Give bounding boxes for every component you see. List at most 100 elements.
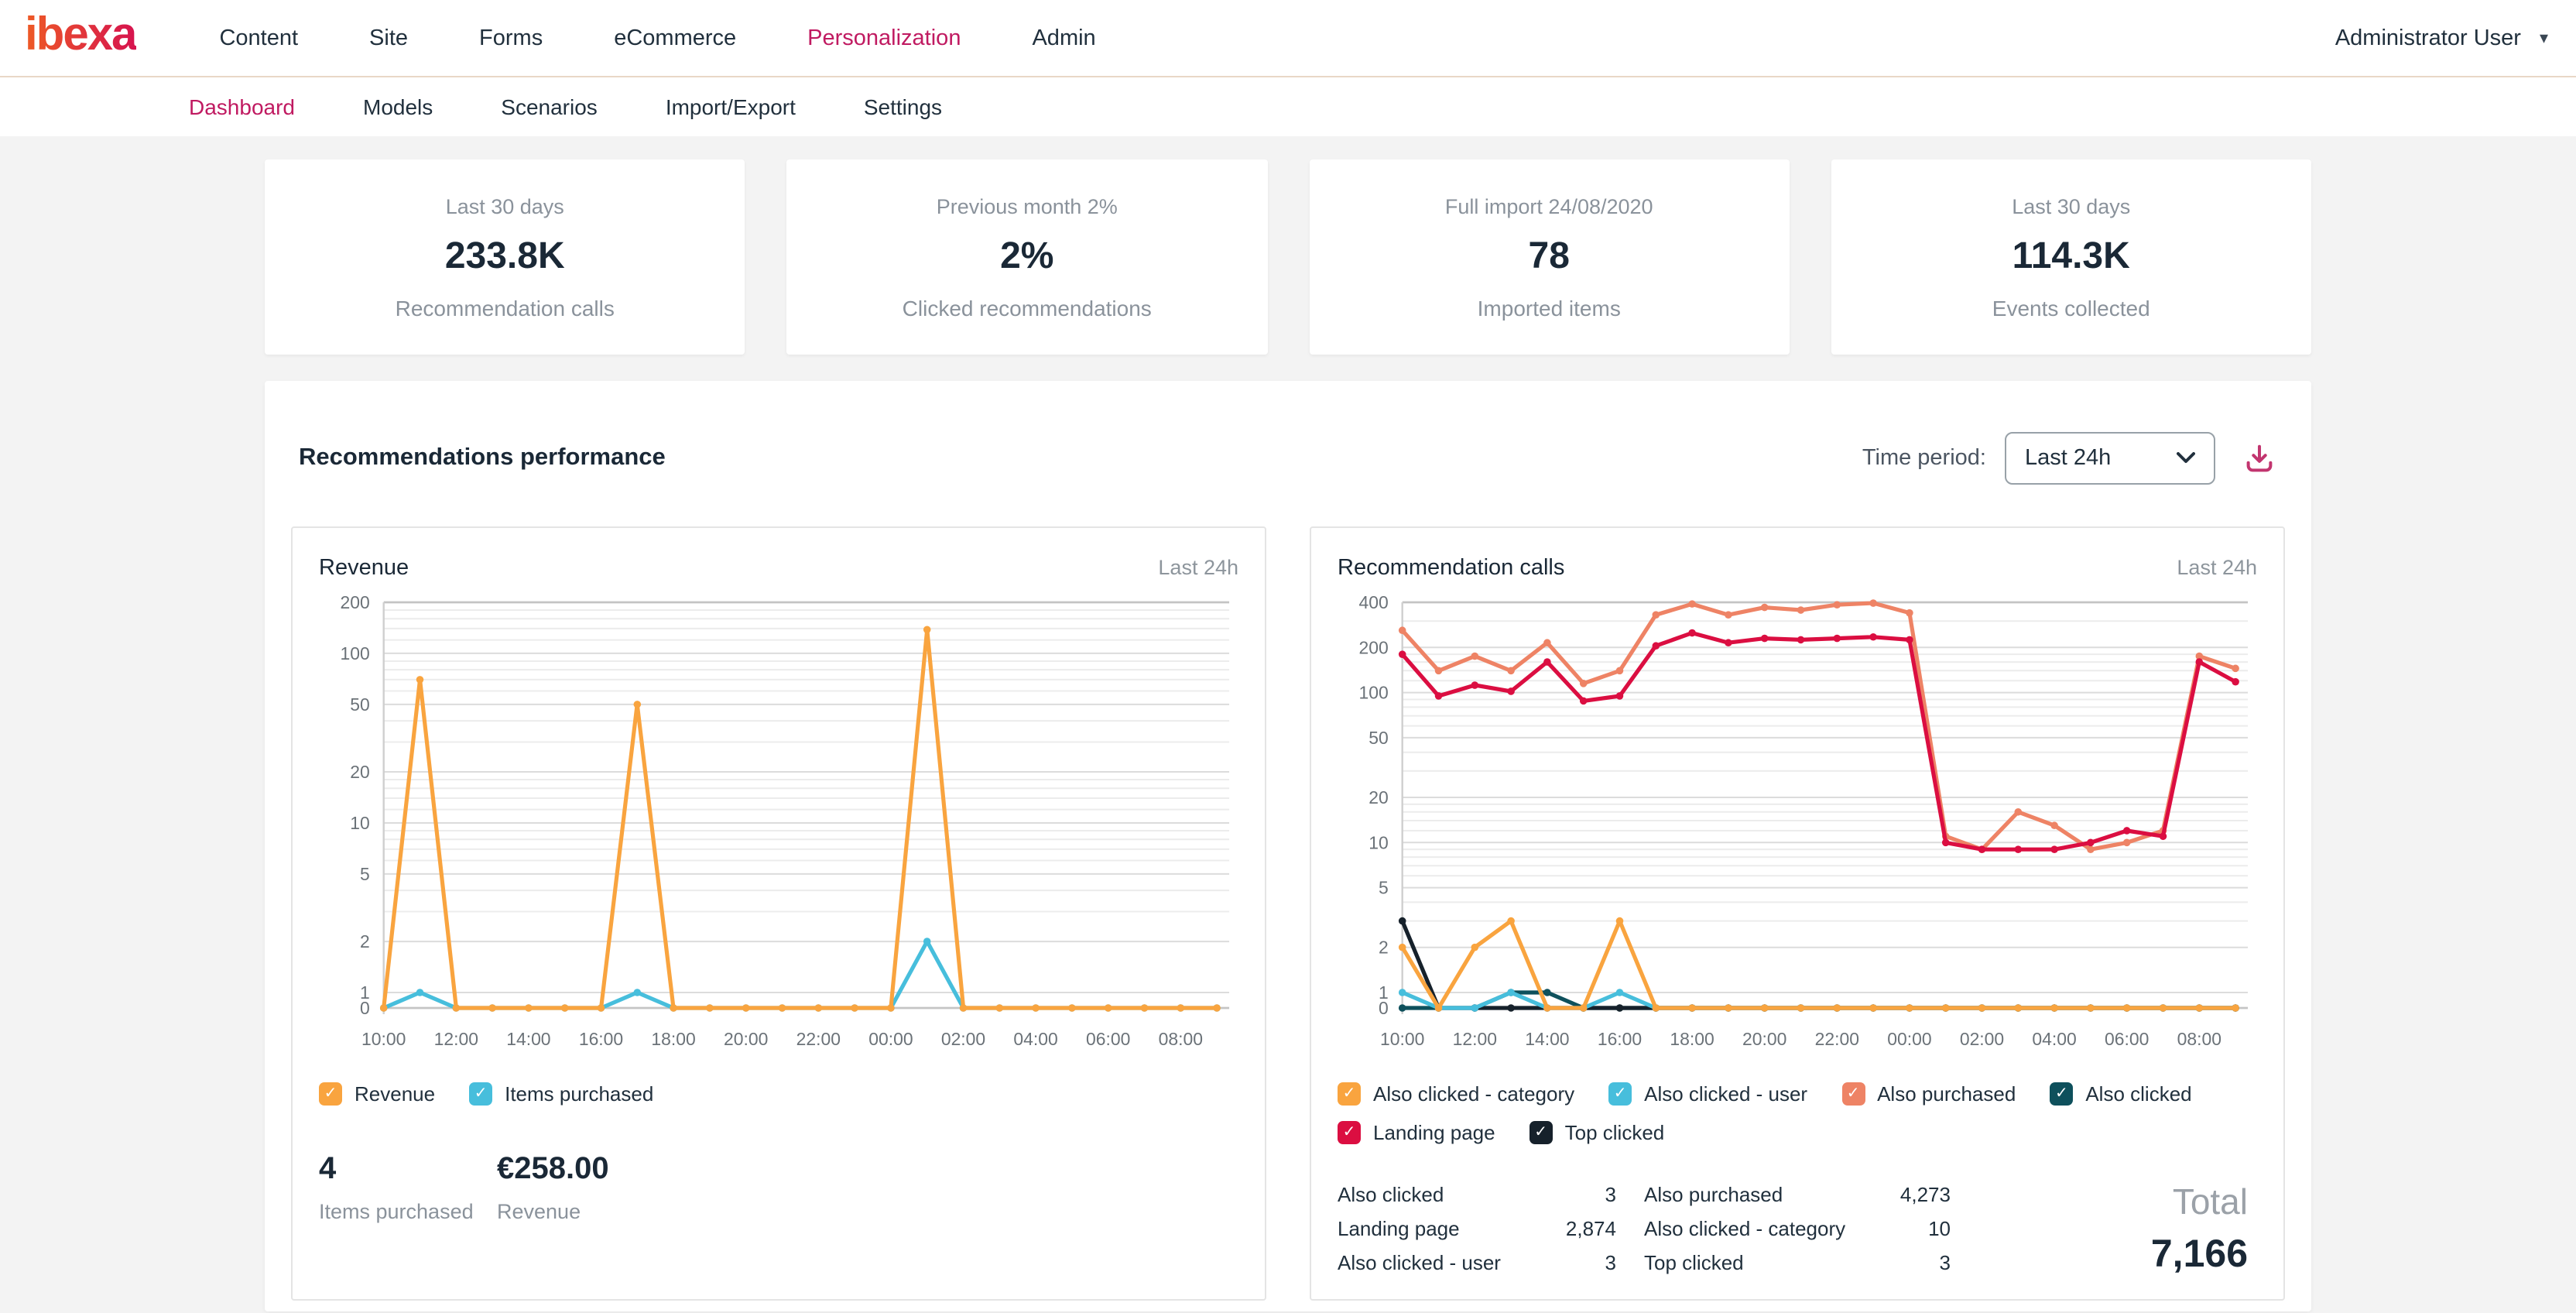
calls-chart-range: Last 24h (2177, 556, 2257, 579)
stat-card-imported-items: Full import 24/08/2020 78 Imported items (1309, 159, 1790, 355)
revenue-chart-range: Last 24h (1158, 556, 1238, 579)
top-nav-item-site[interactable]: Site (369, 26, 408, 50)
sub-nav-item-import-export[interactable]: Import/Export (666, 94, 796, 119)
svg-text:12:00: 12:00 (434, 1029, 478, 1049)
revenue-chart-title: Revenue (319, 556, 409, 581)
stat-card-label: Events collected (1992, 295, 2150, 320)
stat-card-value: 2% (1000, 235, 1053, 278)
calls-summary-table: Also clicked3 Landing page2,874 Also click… (1338, 1181, 1951, 1277)
top-nav-item-admin[interactable]: Admin (1032, 26, 1095, 50)
svg-text:18:00: 18:00 (651, 1029, 695, 1049)
sub-nav-item-dashboard[interactable]: Dashboard (189, 94, 295, 119)
chart-cards-row: Revenue Last 24h 200100502010521010:0012… (291, 526, 2285, 1301)
legend-item-landing-page[interactable]: ✓ Landing page (1338, 1121, 1495, 1144)
sub-nav-item-settings[interactable]: Settings (864, 94, 942, 119)
calls-total: Total 7,166 (2151, 1181, 2248, 1277)
svg-text:10: 10 (350, 813, 369, 833)
revenue-chart: 200100502010521010:0012:0014:0016:0018:0… (316, 587, 1242, 1067)
user-menu[interactable]: Administrator User ▾ (2335, 26, 2548, 50)
checkbox-checked-icon[interactable]: ✓ (319, 1082, 342, 1106)
svg-text:0: 0 (360, 998, 370, 1018)
summary-column-1: Also clicked3Landing page2,874Also click… (1338, 1181, 1616, 1277)
dashboard-content: Last 30 days233.8KRecommendation callsPr… (265, 159, 2311, 1311)
svg-text:02:00: 02:00 (1960, 1029, 2004, 1049)
svg-text:16:00: 16:00 (1598, 1029, 1642, 1049)
revenue-totals: 4Items purchased€258.00Revenue (319, 1152, 1238, 1223)
checkbox-checked-icon[interactable]: ✓ (2050, 1082, 2073, 1106)
checkbox-checked-icon[interactable]: ✓ (1530, 1121, 1553, 1144)
svg-text:18:00: 18:00 (1670, 1029, 1714, 1049)
legend-label: Revenue (355, 1082, 435, 1106)
summary-value: 3 (1536, 1181, 1616, 1208)
summary-row-top-clicked: Top clicked3 (1638, 1250, 1951, 1276)
checkbox-checked-icon[interactable]: ✓ (469, 1082, 492, 1106)
checkbox-checked-icon[interactable]: ✓ (1841, 1082, 1865, 1106)
stat-card-value: 78 (1529, 235, 1570, 278)
legend-label: Top clicked (1565, 1121, 1665, 1144)
checkbox-checked-icon[interactable]: ✓ (1338, 1082, 1361, 1106)
summary-row-also-clicked-category: Also clicked - category10 (1638, 1215, 1951, 1242)
top-nav: Content Site Forms eCommerce Personalization… (219, 26, 1095, 50)
legend-item-items-purchased[interactable]: ✓Items purchased (469, 1082, 653, 1106)
time-period-value: Last 24h (2025, 446, 2111, 471)
top-nav-item-content[interactable]: Content (219, 26, 298, 50)
svg-text:100: 100 (341, 643, 370, 663)
legend-item-also-clicked[interactable]: ✓Also clicked (2050, 1082, 2191, 1106)
svg-text:08:00: 08:00 (1159, 1029, 1203, 1049)
sub-nav-item-models[interactable]: Models (363, 94, 433, 119)
legend-item-top-clicked[interactable]: ✓ Top clicked (1530, 1121, 1665, 1144)
stat-card-value: 233.8K (445, 235, 565, 278)
download-button[interactable] (2242, 441, 2277, 476)
ibexa-logo[interactable]: ibexa (25, 12, 135, 58)
legend-item-also-clicked-user[interactable]: ✓Also clicked - user (1608, 1082, 1807, 1106)
svg-text:10: 10 (1368, 832, 1388, 852)
user-name: Administrator User (2335, 26, 2521, 50)
top-nav-item-personalization[interactable]: Personalization (807, 26, 961, 50)
summary-row-also-clicked: Also clicked3 (1338, 1181, 1616, 1208)
time-period-label: Time period: (1862, 446, 1986, 471)
chevron-down-icon: ▾ (2540, 28, 2548, 48)
chevron-down-icon (2177, 452, 2195, 465)
svg-text:04:00: 04:00 (2032, 1029, 2076, 1049)
checkbox-checked-icon[interactable]: ✓ (1338, 1121, 1361, 1144)
top-nav-item-ecommerce[interactable]: eCommerce (614, 26, 736, 50)
top-nav-item-forms[interactable]: Forms (479, 26, 543, 50)
top-navbar: ibexa Content Site Forms eCommerce Personali… (0, 0, 2576, 77)
svg-text:5: 5 (1379, 878, 1389, 898)
summary-value: 3 (1879, 1250, 1951, 1276)
time-period-select[interactable]: Last 24h (2005, 432, 2215, 485)
legend-label: Also purchased (1877, 1082, 2016, 1106)
svg-text:400: 400 (1359, 592, 1389, 612)
legend-label: Landing page (1373, 1121, 1495, 1144)
sub-navbar: Dashboard Models Scenarios Import/Export Set… (0, 77, 2576, 136)
summary-label: Landing page (1338, 1215, 1536, 1242)
svg-text:22:00: 22:00 (1815, 1029, 1859, 1049)
legend-item-also-purchased[interactable]: ✓ Also purchased (1841, 1082, 2016, 1106)
legend-item-revenue[interactable]: ✓ Revenue (319, 1082, 435, 1106)
summary-row-landing-page: Landing page2,874 (1338, 1215, 1616, 1242)
svg-text:20: 20 (350, 762, 369, 782)
summary-label: Also clicked - category (1644, 1215, 1879, 1242)
svg-text:20: 20 (1368, 787, 1388, 807)
summary-value: 4,273 (1879, 1181, 1951, 1208)
calls-chart-title: Recommendation calls (1338, 556, 1564, 581)
revenue-legend: ✓ Revenue ✓Items purchased (319, 1082, 1238, 1106)
panel-title: Recommendations performance (299, 444, 666, 472)
total-number: €258.00 (497, 1152, 675, 1188)
svg-text:00:00: 00:00 (1887, 1029, 1931, 1049)
stat-card-period: Last 30 days (2012, 194, 2130, 218)
recommendations-performance-panel: Recommendations performance Time period:… (265, 381, 2311, 1311)
stat-card-period: Full import 24/08/2020 (1445, 194, 1653, 218)
legend-item-also-clicked-category[interactable]: ✓Also clicked - category (1338, 1082, 1574, 1106)
calls-chart: 400200100502010521010:0012:0014:0016:001… (1334, 587, 2260, 1067)
svg-text:5: 5 (360, 864, 370, 884)
svg-text:0: 0 (1379, 998, 1389, 1018)
checkbox-checked-icon[interactable]: ✓ (1608, 1082, 1632, 1106)
summary-value: 3 (1536, 1250, 1616, 1276)
stat-card-label: Imported items (1478, 295, 1621, 320)
calls-chart-header: Recommendation calls Last 24h (1338, 556, 2257, 581)
summary-value: 2,874 (1536, 1215, 1616, 1242)
summary-value: 10 (1879, 1215, 1951, 1242)
sub-nav-item-scenarios[interactable]: Scenarios (501, 94, 598, 119)
total-caption: Revenue (497, 1200, 675, 1223)
